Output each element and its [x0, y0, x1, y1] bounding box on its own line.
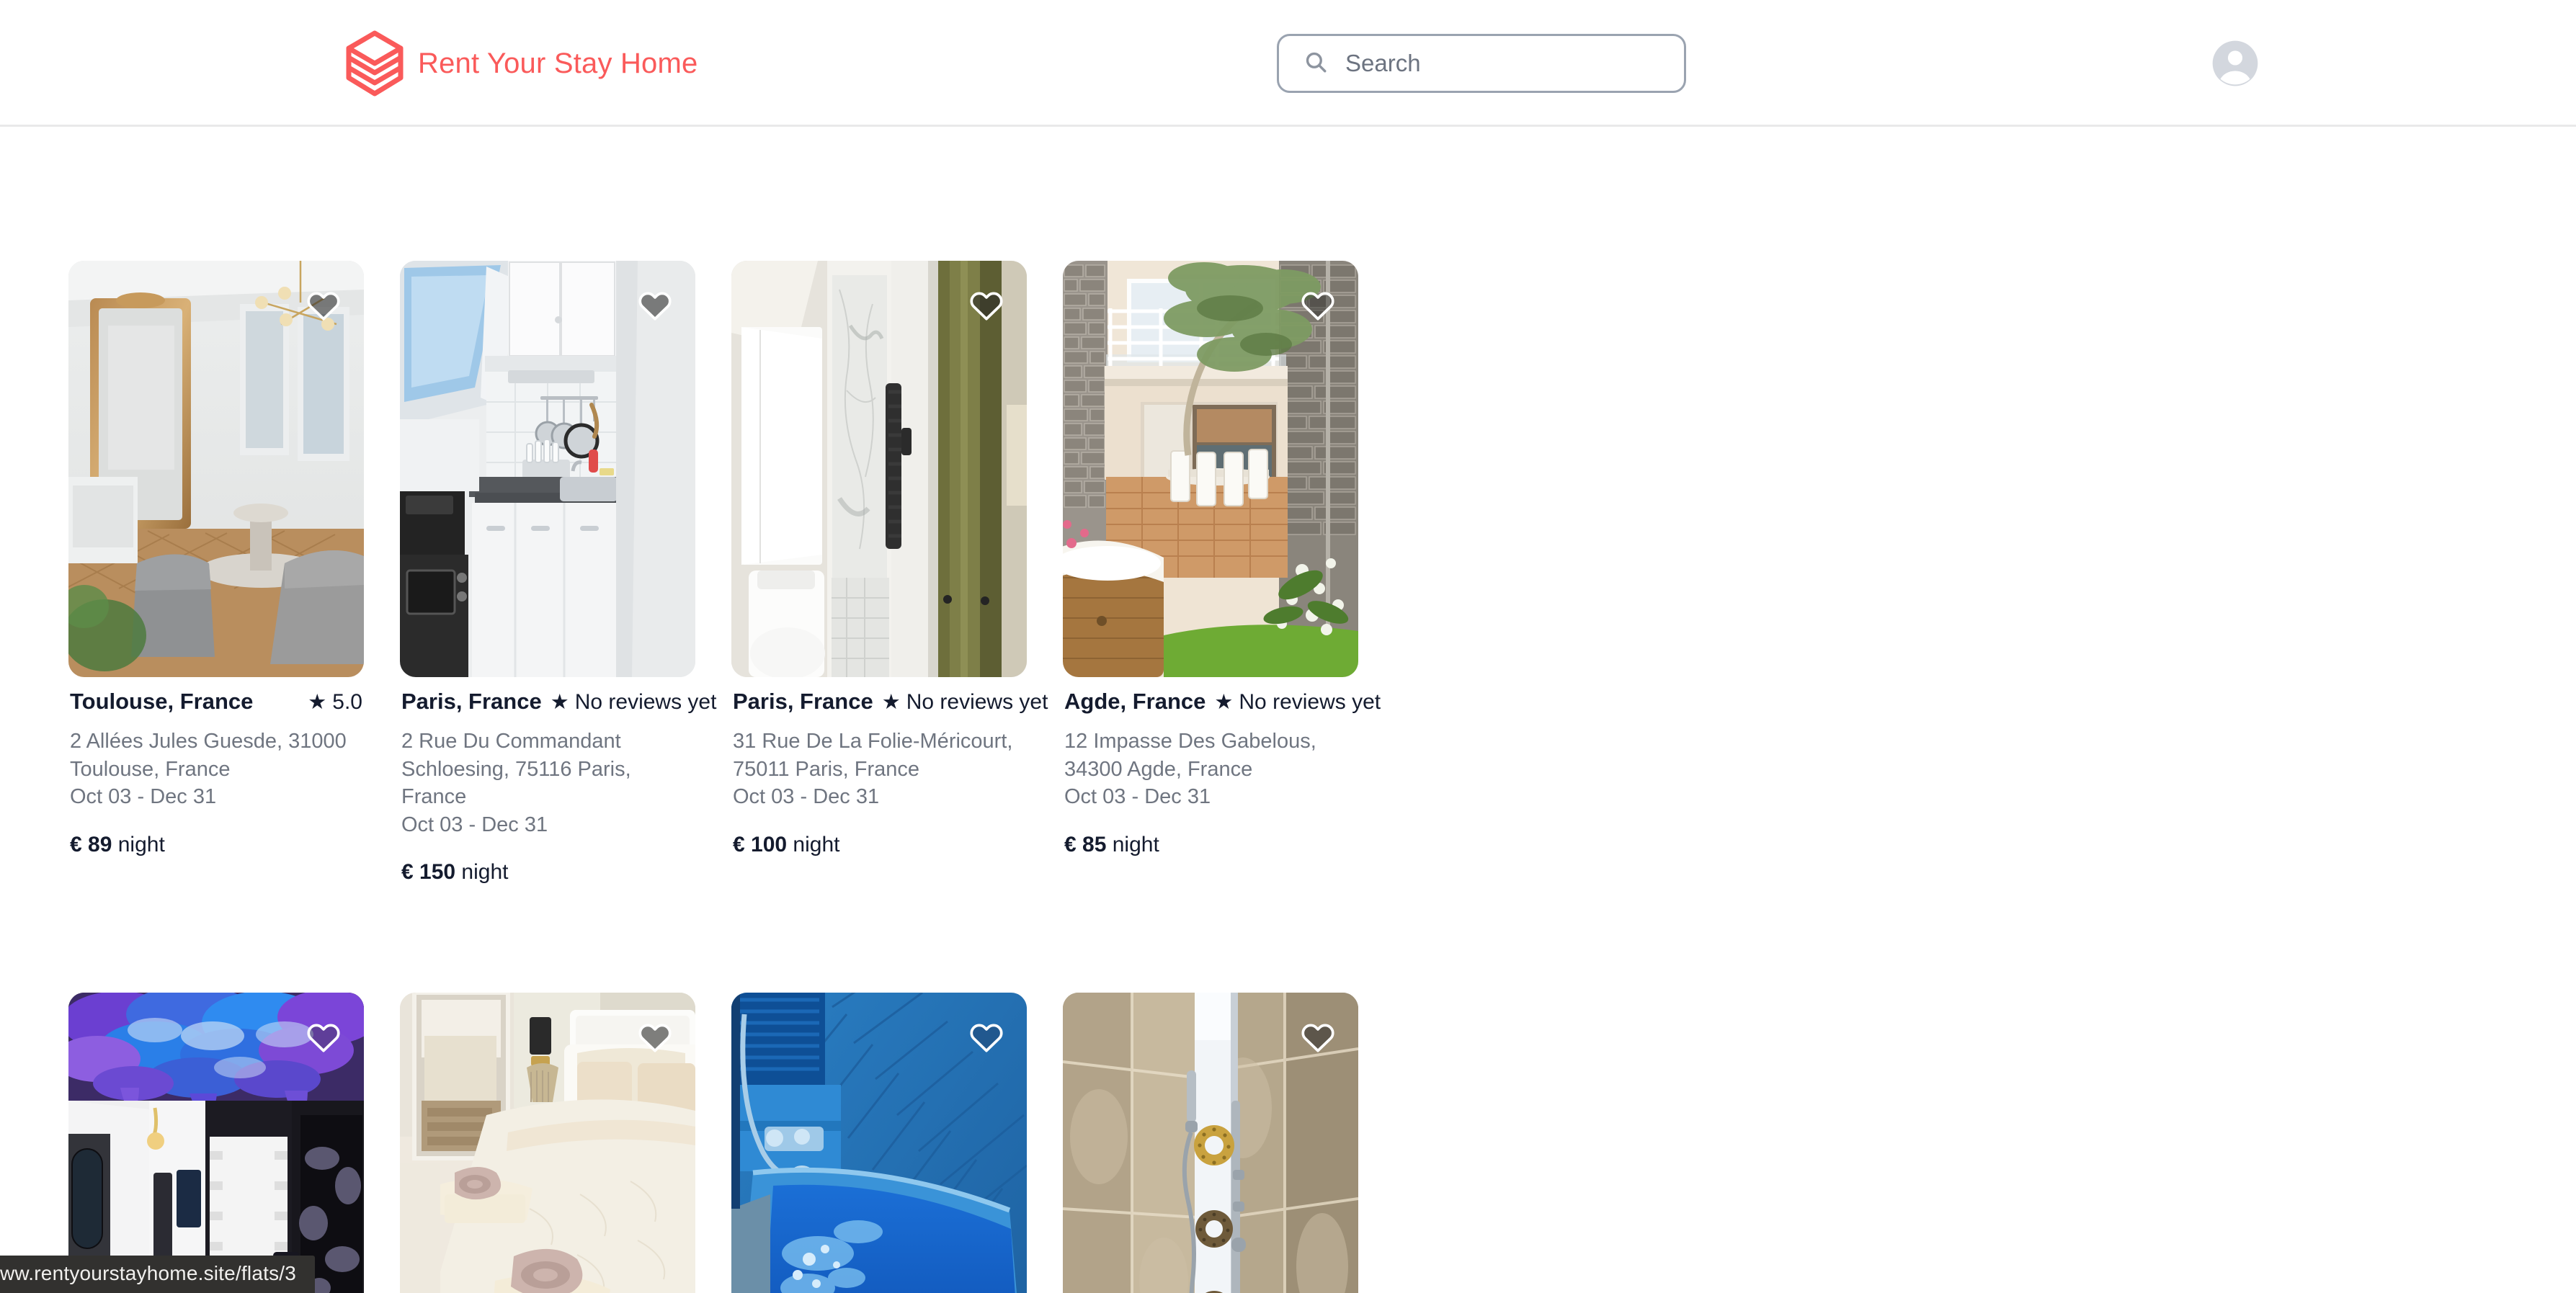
- site-header: Rent Your Stay Home: [0, 0, 2576, 127]
- star-icon: ★: [550, 691, 569, 714]
- listing-rating-value: 5.0: [332, 690, 362, 714]
- search-container[interactable]: [1277, 34, 1686, 93]
- listing-price-amount: € 150: [401, 860, 456, 885]
- listing-rating-value: No reviews yet: [906, 690, 1048, 714]
- heart-icon: [968, 287, 1005, 324]
- listing-price: € 89 night: [70, 833, 362, 857]
- listing-rating: ★ No reviews yet: [882, 690, 1048, 715]
- listing-address: 31 Rue De La Folie-Méricourt, 75011 Pari…: [733, 730, 1013, 781]
- listing-price-amount: € 100: [733, 832, 788, 856]
- listing-image[interactable]: [68, 261, 364, 677]
- favorite-heart-button[interactable]: [1299, 287, 1337, 324]
- star-icon: ★: [881, 691, 901, 714]
- listing-image[interactable]: [1063, 261, 1358, 677]
- listing-address: 2 Rue Du Commandant Schloesing, 75116 Pa…: [401, 730, 631, 809]
- listing-rating-value: No reviews yet: [1239, 690, 1381, 714]
- listing-rating: ★ No reviews yet: [551, 690, 717, 715]
- listing-title: Paris, France: [401, 689, 542, 714]
- heart-icon: [636, 287, 674, 324]
- listing-card[interactable]: Toulouse, France ★ 5.0 2 Allées Jules Gu…: [68, 261, 364, 885]
- listing-card[interactable]: Paris, France ★ No reviews yet 31 Rue De…: [731, 261, 1048, 885]
- listing-dates: Oct 03 - Dec 31: [70, 785, 217, 809]
- favorite-heart-button[interactable]: [968, 1019, 1005, 1056]
- listing-card[interactable]: [68, 993, 364, 1293]
- listing-image[interactable]: [731, 993, 1027, 1293]
- listing-price-amount: € 89: [70, 832, 112, 856]
- user-avatar-icon: [2211, 40, 2259, 87]
- listing-rating: ★ 5.0: [308, 690, 362, 715]
- listing-header-row: Paris, France ★ No reviews yet: [401, 689, 716, 715]
- listing-image[interactable]: [400, 261, 695, 677]
- listing-details: Agde, France ★ No reviews yet 12 Impasse…: [1063, 677, 1381, 857]
- listing-title: Paris, France: [733, 689, 873, 714]
- listing-card[interactable]: Agde, France ★ No reviews yet 12 Impasse…: [1063, 261, 1381, 885]
- listing-price-amount: € 85: [1064, 832, 1107, 856]
- listing-price: € 85 night: [1064, 833, 1357, 857]
- listing-address: 12 Impasse Des Gabelous, 34300 Agde, Fra…: [1064, 730, 1316, 781]
- heart-icon: [636, 1019, 674, 1056]
- listing-card[interactable]: Paris, France ★ No reviews yet 2 Rue Du …: [400, 261, 716, 885]
- listing-details: Paris, France ★ No reviews yet 2 Rue Du …: [400, 677, 716, 885]
- listing-title: Toulouse, France: [70, 689, 254, 714]
- listing-image[interactable]: [400, 993, 695, 1293]
- listing-price-unit: night: [793, 832, 840, 856]
- favorite-heart-button[interactable]: [636, 287, 674, 324]
- favorite-heart-button[interactable]: [636, 1019, 674, 1056]
- listing-rating: ★ No reviews yet: [1214, 690, 1381, 715]
- listing-card[interactable]: [731, 993, 1027, 1293]
- listing-price-unit: night: [461, 860, 509, 885]
- listing-card[interactable]: [400, 993, 695, 1293]
- listing-details: Paris, France ★ No reviews yet 31 Rue De…: [731, 677, 1048, 857]
- favorite-heart-button[interactable]: [1299, 1019, 1337, 1056]
- listing-rating-value: No reviews yet: [574, 690, 717, 714]
- search-box[interactable]: [1277, 34, 1686, 93]
- listing-price-unit: night: [117, 832, 165, 856]
- listing-details: Toulouse, France ★ 5.0 2 Allées Jules Gu…: [68, 677, 364, 857]
- listing-dates: Oct 03 - Dec 31: [1064, 785, 1211, 809]
- brand-name: Rent Your Stay Home: [418, 47, 698, 79]
- star-icon: ★: [308, 691, 327, 714]
- listing-price-unit: night: [1112, 832, 1159, 856]
- star-icon: ★: [1214, 691, 1234, 714]
- listings-grid: Toulouse, France ★ 5.0 2 Allées Jules Gu…: [0, 127, 2576, 1293]
- heart-icon: [305, 287, 342, 324]
- search-icon: [1303, 50, 1328, 78]
- listing-header-row: Paris, France ★ No reviews yet: [733, 689, 1048, 715]
- brand-logo-link[interactable]: Rent Your Stay Home: [339, 27, 698, 99]
- stacked-hexagon-logo-icon: [339, 27, 411, 99]
- listing-price: € 150 night: [401, 860, 694, 885]
- listing-image[interactable]: [731, 261, 1027, 677]
- heart-icon: [305, 1019, 342, 1056]
- listing-dates: Oct 03 - Dec 31: [733, 785, 880, 809]
- listing-price: € 100 night: [733, 833, 1025, 857]
- user-avatar-button[interactable]: [2211, 40, 2259, 87]
- listing-image[interactable]: [68, 993, 364, 1293]
- favorite-heart-button[interactable]: [305, 1019, 342, 1056]
- heart-icon: [968, 1019, 1005, 1056]
- listing-image[interactable]: [1063, 993, 1358, 1293]
- heart-icon: [1299, 1019, 1337, 1056]
- listing-header-row: Toulouse, France ★ 5.0: [70, 689, 362, 715]
- favorite-heart-button[interactable]: [968, 287, 1005, 324]
- listing-header-row: Agde, France ★ No reviews yet: [1064, 689, 1381, 715]
- listing-dates: Oct 03 - Dec 31: [401, 813, 548, 836]
- heart-icon: [1299, 287, 1337, 324]
- status-bar-url: ww.rentyourstayhome.site/flats/3: [0, 1256, 316, 1293]
- favorite-heart-button[interactable]: [305, 287, 342, 324]
- listing-card[interactable]: [1063, 993, 1358, 1293]
- search-input[interactable]: [1345, 36, 1670, 91]
- listing-title: Agde, France: [1064, 689, 1206, 714]
- listing-address: 2 Allées Jules Guesde, 31000 Toulouse, F…: [70, 730, 347, 781]
